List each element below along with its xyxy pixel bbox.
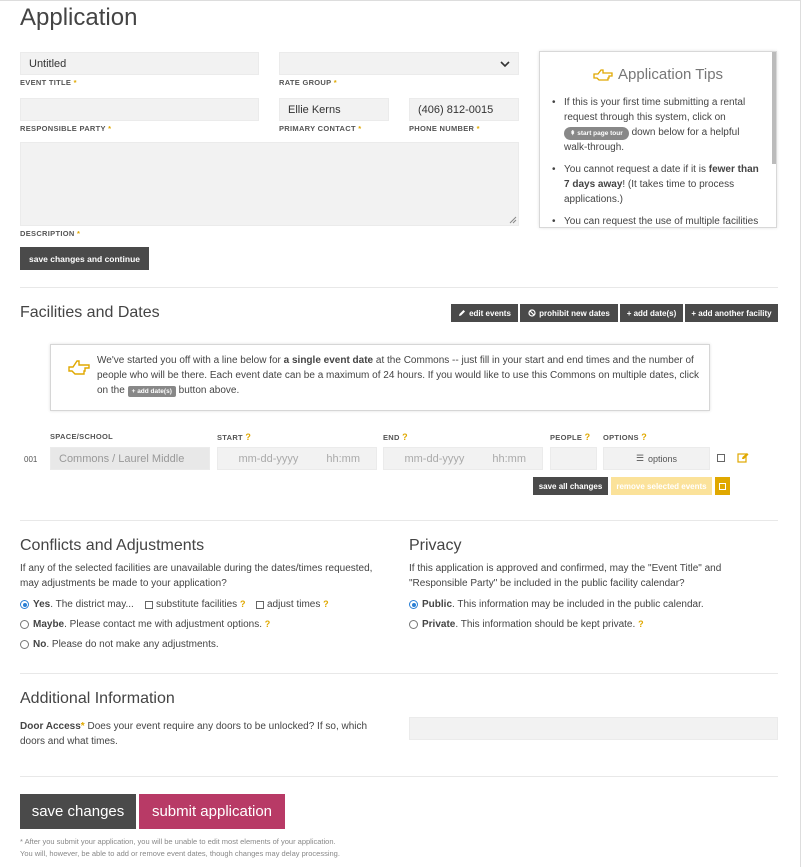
tips-scrollbar[interactable] <box>772 52 776 164</box>
conflicts-title: Conflicts and Adjustments <box>20 537 205 554</box>
save-changes-button[interactable]: save changes <box>20 794 136 829</box>
responsible-party-input[interactable] <box>20 98 259 121</box>
divider <box>20 520 778 521</box>
phone-input[interactable]: (406) 812-0015 <box>409 98 519 121</box>
people-header: PEOPLE ? <box>550 432 591 442</box>
chevron-down-icon <box>500 60 510 67</box>
pencil-icon <box>459 310 466 316</box>
save-all-changes-button[interactable]: save all changes <box>533 477 608 495</box>
primary-contact-input[interactable]: Ellie Kerns <box>279 98 389 121</box>
door-access-input[interactable] <box>409 717 778 740</box>
privacy-public-label: Public. This information may be included… <box>422 599 704 610</box>
privacy-description: If this application is approved and conf… <box>409 563 722 589</box>
phone-label: PHONE NUMBER * <box>409 124 480 133</box>
people-input[interactable] <box>550 447 597 470</box>
privacy-private-radio[interactable] <box>409 620 418 629</box>
prohibit-dates-button[interactable]: prohibit new dates <box>520 304 618 322</box>
privacy-public-radio[interactable] <box>409 600 418 609</box>
conflicts-description: If any of the selected facilities are un… <box>20 563 373 589</box>
end-field[interactable]: mm-dd-yyyy hh:mm <box>383 447 543 470</box>
checkbox-icon <box>719 482 726 490</box>
tip-item: • You cannot request a date if it is few… <box>552 164 759 205</box>
start-tour-badge[interactable]: ⇞ start page tour <box>564 127 629 140</box>
event-title-label: EVENT TITLE * <box>20 78 77 87</box>
conflicts-yes-label: Yes. The district may... <box>33 599 134 610</box>
add-facility-button[interactable]: + add another facility <box>685 304 778 322</box>
ban-icon <box>528 309 536 317</box>
start-header: START ? <box>217 432 252 442</box>
resize-handle-icon[interactable] <box>509 216 517 224</box>
end-header: END ? <box>383 432 408 442</box>
rate-group-select[interactable] <box>279 52 519 75</box>
notice-text: We've started you off with a line below … <box>97 355 699 397</box>
add-dates-inline-badge[interactable]: + add date(s) <box>127 386 176 397</box>
facilities-title: Facilities and Dates <box>20 304 160 321</box>
space-header: SPACE/SCHOOL <box>50 432 114 441</box>
save-continue-button[interactable]: save changes and continue <box>20 247 149 270</box>
conflicts-no-label: No. Please do not make any adjustments. <box>33 639 219 650</box>
edit-events-button[interactable]: edit events <box>451 304 518 322</box>
start-date-input[interactable]: mm-dd-yyyy <box>238 453 298 465</box>
rate-group-label: RATE GROUP * <box>279 78 337 87</box>
page-title: Application <box>20 4 138 31</box>
notice-box: We've started you off with a line below … <box>50 344 710 411</box>
edit-icon[interactable] <box>737 452 750 463</box>
hand-point-icon <box>68 360 90 375</box>
conflicts-maybe-label: Maybe. Please contact me with adjustment… <box>33 619 271 630</box>
select-all-toggle[interactable] <box>715 477 730 495</box>
door-access-label: Door Access* Does your event require any… <box>20 721 368 747</box>
tips-panel: Application Tips • If this is your first… <box>539 51 777 228</box>
additional-title: Additional Information <box>20 690 175 707</box>
tips-title: Application Tips <box>618 66 724 83</box>
hand-point-icon <box>593 68 613 81</box>
start-field[interactable]: mm-dd-yyyy hh:mm <box>217 447 377 470</box>
adjust-times-checkbox[interactable] <box>256 601 264 609</box>
options-header: OPTIONS ? <box>603 432 648 442</box>
tips-header: Application Tips <box>592 66 723 83</box>
privacy-title: Privacy <box>409 537 462 554</box>
submit-application-button[interactable]: submit application <box>139 794 285 829</box>
substitute-facilities-checkbox[interactable] <box>145 601 153 609</box>
end-time-input[interactable]: hh:mm <box>492 453 526 465</box>
row-number: 001 <box>24 455 38 464</box>
description-label: DESCRIPTION * <box>20 229 81 238</box>
adjust-times-label: adjust times ? <box>267 599 329 610</box>
divider <box>20 776 778 777</box>
space-field: Commons / Laurel Middle <box>50 447 210 470</box>
tips-list: • If this is your first time submitting … <box>552 95 762 227</box>
divider <box>20 287 778 288</box>
start-time-input[interactable]: hh:mm <box>326 453 360 465</box>
tip-item: • You can request the use of multiple fa… <box>552 216 759 227</box>
substitute-facilities-label: substitute facilities ? <box>156 599 246 610</box>
options-button[interactable]: ☰ options <box>603 447 710 470</box>
remove-selected-button[interactable]: remove selected events <box>611 477 712 495</box>
primary-contact-label: PRIMARY CONTACT * <box>279 124 362 133</box>
description-textarea[interactable] <box>20 142 519 226</box>
conflicts-no-radio[interactable] <box>20 640 29 649</box>
add-dates-button[interactable]: + add date(s) <box>620 304 683 322</box>
conflicts-yes-radio[interactable] <box>20 600 29 609</box>
divider <box>20 673 778 674</box>
end-date-input[interactable]: mm-dd-yyyy <box>404 453 464 465</box>
responsible-party-label: RESPONSIBLE PARTY * <box>20 124 112 133</box>
list-icon: ☰ <box>635 453 645 463</box>
footer-note: * After you submit your application, you… <box>20 837 340 858</box>
privacy-private-label: Private. This information should be kept… <box>422 619 644 630</box>
tip-item: • If this is your first time submitting … <box>552 97 746 153</box>
conflicts-maybe-radio[interactable] <box>20 620 29 629</box>
row-select-checkbox[interactable] <box>717 454 725 462</box>
event-title-input[interactable]: Untitled <box>20 52 259 75</box>
